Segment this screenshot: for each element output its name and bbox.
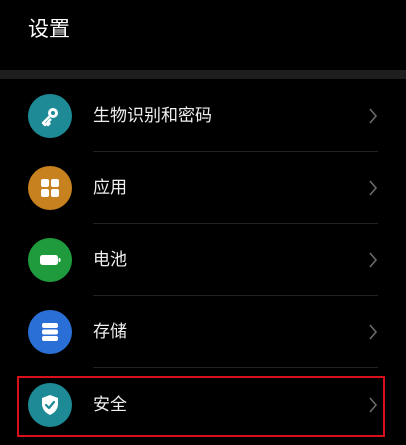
chevron-right-icon [369, 108, 378, 124]
settings-item-biometrics[interactable]: 生物识别和密码 [0, 80, 406, 152]
chevron-right-icon [369, 324, 378, 340]
battery-icon [28, 238, 72, 282]
apps-grid-icon [28, 166, 72, 210]
chevron-right-icon [369, 252, 378, 268]
row-divider [93, 367, 378, 368]
key-icon [28, 94, 72, 138]
page-title: 设置 [28, 17, 70, 41]
settings-item-label: 应用 [93, 178, 127, 198]
settings-item-apps[interactable]: 应用 [0, 152, 406, 224]
settings-header: 设置 [0, 0, 406, 66]
settings-item-label: 存储 [93, 322, 127, 342]
header-divider [0, 70, 406, 79]
chevron-right-icon [369, 180, 378, 196]
settings-item-storage[interactable]: 存储 [0, 296, 406, 368]
settings-item-battery[interactable]: 电池 [0, 224, 406, 296]
settings-item-label: 电池 [93, 250, 127, 270]
security-highlight-box [17, 376, 385, 437]
storage-icon [28, 310, 72, 354]
settings-item-label: 生物识别和密码 [93, 106, 212, 126]
